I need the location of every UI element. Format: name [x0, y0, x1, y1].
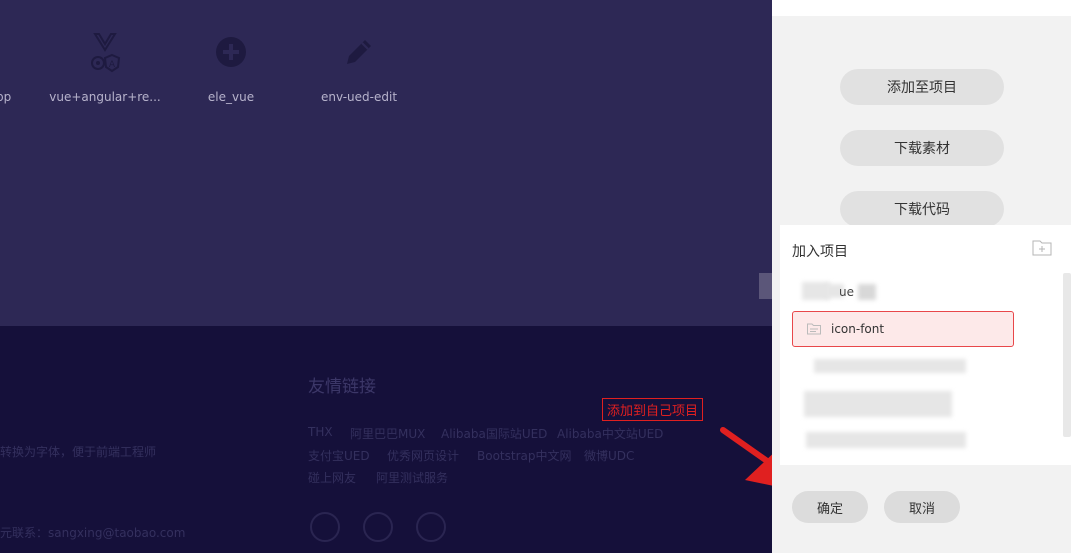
blurred-text: [858, 284, 876, 300]
project-section-title: 加入项目: [792, 244, 848, 260]
mail-icon[interactable]: [416, 512, 446, 542]
icon-card-vue-angular[interactable]: A vue+angular+re...: [35, 28, 175, 104]
icon-card-name: env-ued-edit: [320, 90, 398, 104]
project-item[interactable]: [792, 356, 1014, 376]
project-item[interactable]: ue: [792, 276, 1014, 308]
friend-link[interactable]: Alibaba国际站UED: [441, 425, 547, 442]
footer-contact: 元联系：sangxing@taobao.com: [0, 526, 186, 540]
panel-header-strip: [772, 0, 1071, 16]
page-footer: 友情链接 THX 阿里巴巴MUX Alibaba国际站UED Alibaba中文…: [0, 326, 772, 553]
download-material-button[interactable]: 下载素材: [840, 130, 1004, 166]
friend-link[interactable]: 阿里测试服务: [376, 469, 448, 486]
add-to-project-button[interactable]: 添加至项目: [840, 69, 1004, 105]
friend-link[interactable]: 优秀网页设计: [387, 447, 459, 464]
icon-card-name: vue+angular+re...: [49, 90, 161, 104]
project-item[interactable]: [792, 389, 1014, 419]
annotation-label: 添加到自己项目: [602, 398, 704, 421]
friend-link[interactable]: 阿里巴巴MUX: [350, 425, 425, 442]
project-item-selected[interactable]: icon-font: [792, 311, 1014, 347]
background-page: app A vue+angular+re... ele_vue: [0, 0, 772, 326]
blurred-text: [814, 359, 966, 373]
icon-card-env-ued-edit[interactable]: env-ued-edit: [289, 28, 429, 104]
add-to-project-panel: 添加至项目 下载素材 下载代码 加入项目 ue icon-font 确定 取消: [772, 0, 1071, 553]
friend-link[interactable]: 微博UDC: [584, 447, 634, 464]
folder-add-icon[interactable]: [1032, 239, 1052, 256]
blurred-text: [804, 391, 952, 417]
project-list-scrollbar[interactable]: [1063, 273, 1071, 437]
project-item-label: icon-font: [831, 322, 885, 336]
vue-angular-icon: A: [35, 28, 175, 76]
friend-link[interactable]: THX: [308, 425, 333, 439]
friend-link[interactable]: Bootstrap中文网: [477, 447, 571, 464]
footer-description: 转换为字体，便于前端工程师: [0, 445, 157, 459]
icon-card-name: ele_vue: [207, 90, 255, 104]
drawer-handle[interactable]: [759, 273, 773, 299]
folder-icon: [807, 323, 821, 335]
social-icon[interactable]: [310, 512, 340, 542]
plus-circle-icon: [161, 28, 301, 76]
icon-card-ele-vue[interactable]: ele_vue: [161, 28, 301, 104]
friend-link[interactable]: Alibaba中文站UED: [557, 425, 663, 442]
cancel-button[interactable]: 取消: [884, 491, 960, 523]
pencil-icon: [289, 28, 429, 76]
blurred-text: [806, 432, 966, 448]
friend-link[interactable]: 碰上网友: [308, 469, 356, 486]
project-item[interactable]: [792, 430, 1014, 450]
friend-link[interactable]: 支付宝UED: [308, 447, 370, 464]
friend-links-title: 友情链接: [308, 377, 376, 397]
svg-text:A: A: [109, 60, 116, 70]
download-code-button[interactable]: 下载代码: [840, 191, 1004, 227]
confirm-button[interactable]: 确定: [792, 491, 868, 523]
project-picker: 加入项目 ue icon-font: [780, 225, 1071, 465]
wechat-icon[interactable]: [363, 512, 393, 542]
project-item-label: ue: [839, 285, 854, 299]
